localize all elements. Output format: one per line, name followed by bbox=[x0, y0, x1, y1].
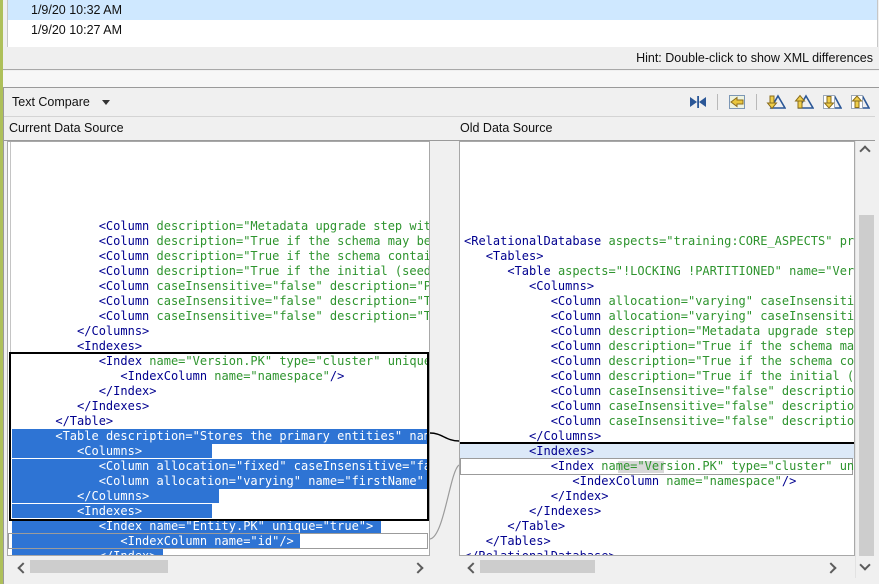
previous-difference-button[interactable] bbox=[793, 92, 815, 112]
previous-change-button[interactable] bbox=[849, 92, 871, 112]
right-code-panel[interactable]: <RelationalDatabase aspects="training:CO… bbox=[459, 141, 855, 556]
panel-headers: Current Data Source Old Data Source bbox=[4, 116, 875, 141]
swap-left-right-button[interactable] bbox=[687, 92, 709, 112]
compare-editor-screen: 1/9/20 10:32 AM 1/9/20 10:27 AM Hint: Do… bbox=[0, 0, 879, 584]
hint-bar: Hint: Double-click to show XML differenc… bbox=[3, 47, 879, 70]
toolbar-separator bbox=[756, 94, 757, 110]
scroll-left-arrow-icon[interactable] bbox=[467, 562, 479, 574]
scroll-right-arrow-icon[interactable] bbox=[825, 562, 837, 574]
left-code-panel[interactable]: <Column description="Metadata upgrade st… bbox=[7, 141, 430, 556]
chevron-down-icon bbox=[102, 100, 110, 105]
hint-text: Hint: Double-click to show XML differenc… bbox=[636, 51, 873, 65]
toolbar-separator bbox=[717, 94, 718, 110]
diff-connector-gutter bbox=[430, 141, 459, 556]
scroll-down-arrow-icon[interactable] bbox=[859, 559, 870, 570]
next-change-button[interactable] bbox=[821, 92, 843, 112]
next-difference-icon bbox=[766, 94, 786, 110]
scroll-right-arrow-icon[interactable] bbox=[412, 562, 424, 574]
left-hscroll-thumb[interactable] bbox=[30, 560, 168, 573]
copy-all-right-to-left-button[interactable] bbox=[726, 92, 748, 112]
left-horizontal-scrollbar[interactable] bbox=[7, 558, 430, 576]
compare-mode-label: Text Compare bbox=[12, 88, 90, 116]
history-timestamp: 1/9/20 10:32 AM bbox=[31, 3, 122, 17]
right-hscroll-thumb[interactable] bbox=[480, 560, 595, 573]
next-difference-button[interactable] bbox=[765, 92, 787, 112]
vertical-scrollbar-thumb[interactable] bbox=[859, 215, 874, 556]
diff-region-edge bbox=[10, 142, 11, 352]
scroll-up-arrow-icon[interactable] bbox=[859, 145, 870, 156]
right-code-text: <RelationalDatabase aspects="training:CO… bbox=[464, 234, 854, 556]
history-row[interactable]: 1/9/20 10:27 AM bbox=[8, 20, 877, 40]
right-horizontal-scrollbar[interactable] bbox=[459, 558, 843, 576]
spacer-band bbox=[3, 71, 879, 87]
right-panel-title: Old Data Source bbox=[460, 116, 552, 140]
left-panel-title: Current Data Source bbox=[9, 116, 124, 140]
compare-editor: Text Compare bbox=[3, 87, 879, 584]
previous-difference-icon bbox=[794, 94, 814, 110]
scroll-left-arrow-icon[interactable] bbox=[17, 562, 29, 574]
history-row[interactable]: 1/9/20 10:32 AM bbox=[8, 0, 877, 20]
history-timestamp: 1/9/20 10:27 AM bbox=[31, 23, 122, 37]
copy-all-right-to-left-icon bbox=[728, 94, 746, 110]
history-list: 1/9/20 10:32 AM 1/9/20 10:27 AM bbox=[7, 0, 878, 47]
previous-change-icon bbox=[850, 94, 870, 110]
swap-left-right-icon bbox=[688, 95, 708, 109]
next-change-icon bbox=[822, 94, 842, 110]
diff-connector-lines bbox=[430, 141, 459, 556]
compare-mode-dropdown[interactable]: Text Compare bbox=[12, 88, 110, 116]
compare-toolbar: Text Compare bbox=[4, 88, 875, 117]
left-code-text: <Column description="Metadata upgrade st… bbox=[12, 219, 429, 556]
vertical-scrollbar[interactable] bbox=[855, 141, 877, 578]
